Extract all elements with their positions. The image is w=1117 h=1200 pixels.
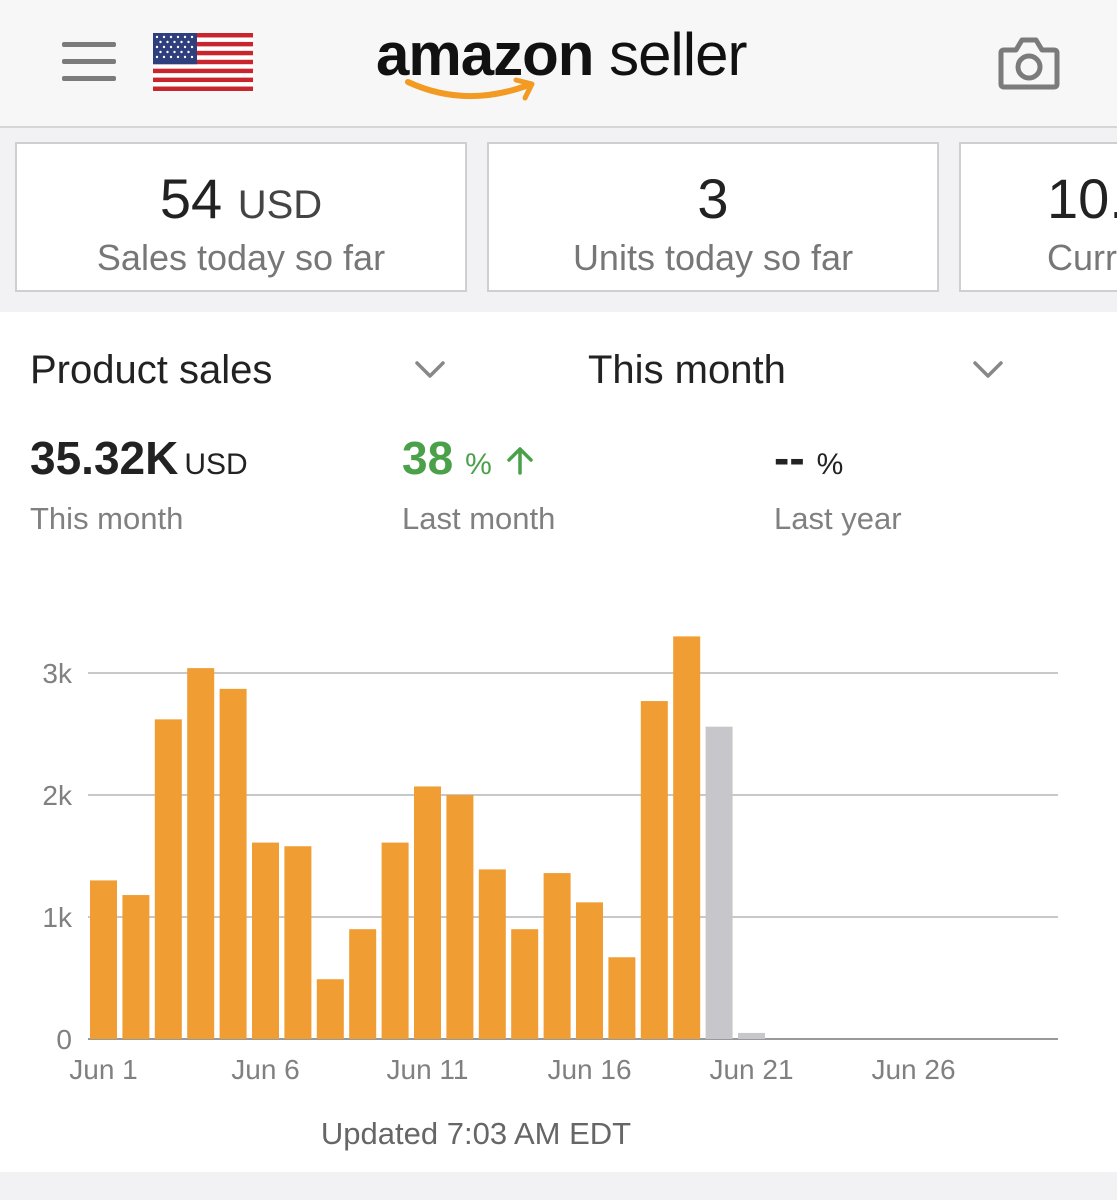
sales-today-card[interactable]: 54 USD Sales today so far: [15, 142, 467, 292]
x-tick-label: Jun 6: [231, 1054, 300, 1085]
us-flag-icon[interactable]: [153, 33, 253, 91]
bar-jun-1: [90, 880, 117, 1039]
sales-today-value: 54: [159, 167, 223, 230]
bar-jun-10: [381, 842, 409, 1039]
last-year-stat: --% Last year: [774, 430, 902, 539]
bar-jun-6: [252, 842, 279, 1039]
units-today-card[interactable]: 3 Units today so far: [487, 142, 939, 292]
amazon-smile-icon: [405, 77, 535, 101]
bar-jun-2: [122, 895, 150, 1039]
bar-jun-17: [608, 957, 636, 1039]
bar-jun-11: [414, 786, 441, 1039]
last-month-value: 38: [402, 432, 454, 484]
bar-jun-8: [316, 979, 344, 1039]
period-selector-label: This month: [588, 348, 786, 392]
last-month-unit: %: [465, 448, 492, 481]
last-year-label: Last year: [774, 501, 902, 536]
card-value-wrap: 3: [489, 168, 937, 230]
x-tick-label: Jun 16: [547, 1054, 631, 1085]
bar-jun-15: [543, 873, 571, 1039]
sales-today-label: Sales today so far: [96, 237, 386, 278]
logo-product: seller: [609, 21, 747, 88]
sales-panel: Product sales This month 35.32K USD This …: [0, 312, 1117, 1172]
current-card[interactable]: 10. Curr: [959, 142, 1117, 292]
y-tick-label: 1k: [42, 902, 73, 933]
bar-jun-13: [478, 869, 506, 1039]
bar-jun-16: [576, 902, 603, 1039]
card-value-wrap: 54 USD: [17, 168, 465, 236]
x-tick-label: Jun 26: [871, 1054, 955, 1085]
bar-jun-9: [349, 929, 377, 1039]
current-card-value: 10.: [1047, 167, 1117, 230]
metric-selector-label: Product sales: [30, 348, 273, 392]
y-tick-label: 2k: [42, 780, 73, 811]
this-month-stat: 35.32K USD This month: [30, 430, 248, 539]
top-bar: amazon seller: [0, 0, 1117, 128]
updated-timestamp: Updated 7:03 AM EDT: [320, 1116, 632, 1151]
bar-jun-14: [511, 929, 539, 1039]
units-today-label: Units today so far: [572, 237, 854, 278]
sales-bar-chart: 0 1k 2k 3k Jun 1 Jun 6 Jun 11 Jun 16 Jun 21 Jun 2…: [42, 636, 1058, 1085]
menu-icon[interactable]: [62, 42, 118, 84]
last-month-label: Last month: [402, 501, 556, 536]
bar-jun-21: [738, 1032, 765, 1039]
bar-jun-19: [673, 636, 701, 1039]
stat-value-wrap: --%: [774, 430, 902, 493]
amazon-seller-logo: amazon seller: [376, 20, 756, 110]
stat-value-wrap: 35.32K USD: [30, 430, 248, 493]
bar-jun-4: [187, 668, 215, 1039]
arrow-up-icon: [506, 447, 533, 475]
x-tick-label: Jun 21: [709, 1054, 793, 1085]
this-month-value: 35.32K: [30, 432, 179, 484]
x-tick-label: Jun 1: [69, 1054, 138, 1085]
chevron-down-icon: [415, 361, 445, 378]
bar-jun-7: [284, 846, 312, 1039]
current-card-label: Curr: [1047, 237, 1117, 278]
camera-icon[interactable]: [998, 36, 1060, 90]
last-year-unit: %: [816, 448, 844, 481]
summary-cards: 54 USD Sales today so far 3 Units today …: [0, 128, 1117, 312]
this-month-unit: USD: [184, 448, 248, 481]
bar-jun-20: [705, 726, 733, 1039]
card-value-wrap: 10.: [1047, 168, 1117, 230]
chevron-down-icon: [973, 361, 1003, 378]
units-today-value: 3: [697, 167, 729, 230]
stat-value-wrap: 38%: [402, 430, 555, 493]
last-month-stat: 38% Last month: [402, 430, 555, 539]
bar-jun-18: [640, 701, 668, 1039]
this-month-label: This month: [30, 501, 184, 536]
last-year-value: --: [774, 432, 805, 484]
metric-selector[interactable]: Product sales: [30, 342, 450, 402]
period-selector[interactable]: This month: [588, 342, 1008, 402]
y-tick-label: 0: [56, 1024, 72, 1055]
bar-jun-12: [446, 795, 474, 1039]
sales-today-unit: USD: [237, 183, 323, 227]
y-tick-label: 3k: [42, 658, 73, 689]
bar-jun-3: [154, 719, 182, 1039]
bar-jun-5: [219, 688, 247, 1039]
x-tick-label: Jun 11: [387, 1054, 469, 1085]
